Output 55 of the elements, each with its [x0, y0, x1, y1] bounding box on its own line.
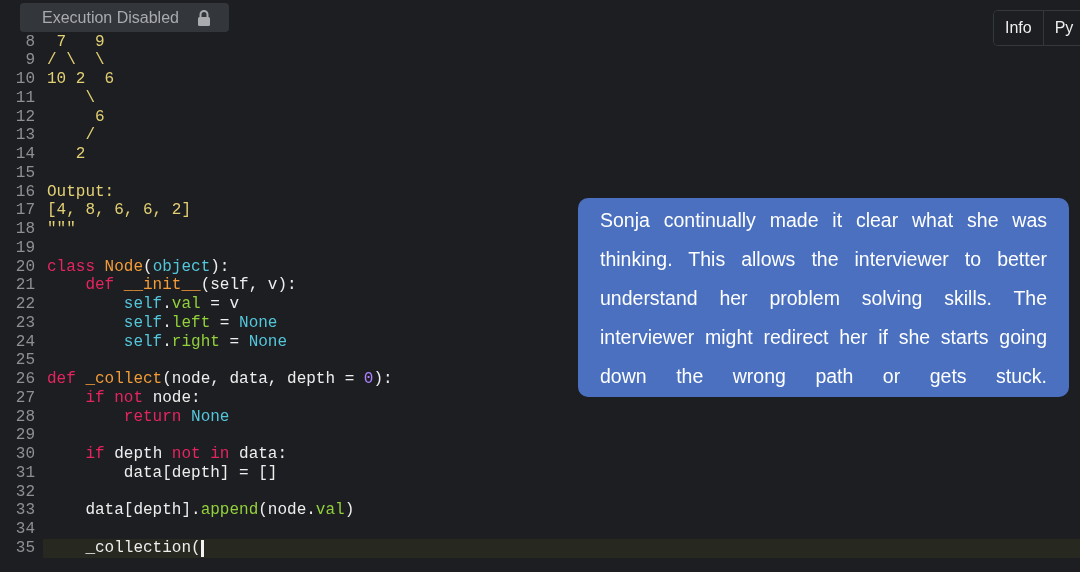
line-number: 11	[14, 88, 35, 108]
code-line: [4, 8, 6, 6, 2]	[47, 201, 192, 220]
code-line: return None	[122, 407, 230, 427]
tab[interactable]: Info	[994, 11, 1044, 45]
notice-text: Execution Disabled	[42, 8, 179, 27]
code-line: def _collect(node, data, depth = 0):	[47, 370, 393, 389]
code-line: 6	[94, 107, 105, 127]
line-number: 28	[14, 407, 35, 427]
code-line: / \ \	[47, 51, 105, 70]
code-line: def __init__(self, v):	[84, 276, 297, 295]
line-number: 18	[14, 220, 35, 239]
line-number: 26	[14, 370, 35, 389]
line-number: 22	[14, 295, 35, 314]
code-line: data[depth].append(node.val)	[84, 501, 355, 520]
line-number: 35	[14, 538, 35, 558]
caption-text: Sonja continually made it clear what she was thinking. This allows the interviewer to better understand her problem solving skills. The interviewer might redirect her if she starts going down the wrong path or gets stuck.	[578, 198, 1069, 397]
code-line: /	[84, 126, 95, 145]
code-line: _collection(	[84, 538, 201, 558]
code-line: if depth not in data:	[84, 445, 288, 464]
code-line: 7 9	[55, 32, 105, 52]
line-number: 25	[14, 351, 35, 370]
line-number: 12	[14, 107, 35, 127]
line-number: 32	[14, 482, 35, 502]
line-number: 16	[14, 182, 35, 202]
line-number: 9	[24, 51, 35, 70]
line-number: 34	[14, 520, 35, 539]
code-line: 10 2 6	[47, 70, 115, 89]
line-number: 23	[14, 313, 35, 333]
lock-icon	[197, 9, 211, 26]
line-number: 29	[14, 426, 35, 445]
code-line: class Node(object):	[47, 257, 230, 277]
line-number: 13	[14, 126, 35, 145]
line-number: 15	[14, 163, 35, 183]
line-number: 31	[14, 463, 35, 483]
line-number: 20	[14, 257, 35, 277]
code-line: data[depth] = []	[122, 463, 278, 483]
line-number: 27	[14, 388, 35, 408]
code-line: self.left = None	[122, 313, 278, 333]
code-line: Output:	[47, 182, 115, 202]
line-number: 19	[14, 238, 35, 258]
line-number: 24	[14, 332, 35, 352]
code-line: self.right = None	[122, 332, 288, 352]
line-number: 33	[14, 501, 35, 520]
code-line: if not node:	[84, 388, 201, 408]
line-number: 30	[14, 445, 35, 464]
line-number: 17	[14, 201, 35, 220]
line-number: 8	[24, 32, 35, 52]
text-cursor	[200, 539, 204, 557]
code-line: \	[84, 88, 95, 108]
code-line: """	[47, 220, 76, 239]
line-number: 10	[14, 70, 35, 89]
line-number: 14	[14, 145, 35, 164]
line-number: 21	[14, 276, 35, 295]
code-line: self.val = v	[122, 295, 240, 314]
code-line: 2	[74, 145, 86, 164]
